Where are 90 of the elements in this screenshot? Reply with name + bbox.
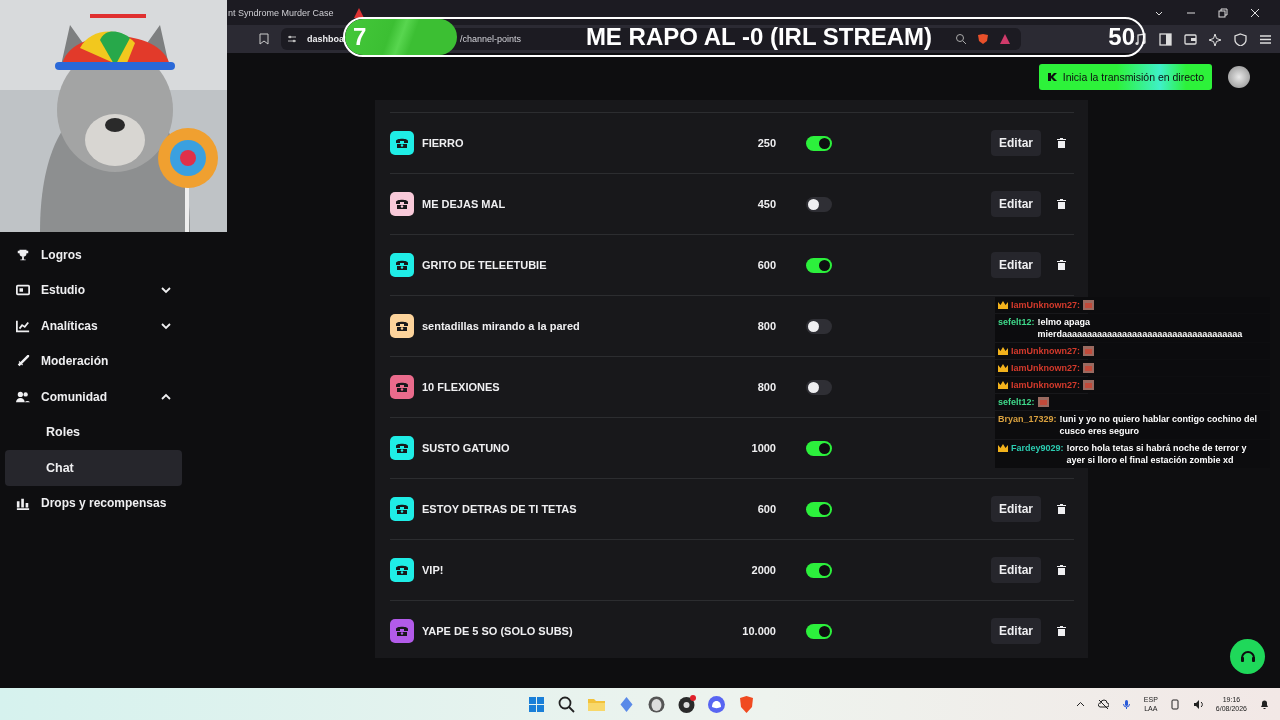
- trash-icon[interactable]: [1057, 199, 1066, 209]
- toggle-switch[interactable]: [806, 623, 832, 639]
- chat-username: IamUnknown27:: [1011, 345, 1080, 357]
- reward-title: SUSTO GATUNO: [422, 442, 511, 454]
- trash-icon[interactable]: [1057, 138, 1066, 148]
- toggle-switch[interactable]: [806, 440, 832, 456]
- sparkle-icon[interactable]: [1209, 32, 1222, 46]
- sidebar-subitem[interactable]: Chat: [5, 450, 182, 486]
- reward-cost: 1000: [750, 442, 776, 454]
- toggle-switch[interactable]: [806, 379, 832, 395]
- reward-cost: 600: [756, 503, 776, 515]
- sword-icon: [16, 354, 30, 369]
- sidebar-subitem[interactable]: Roles: [5, 414, 182, 450]
- reward-cost: 2000: [750, 564, 776, 576]
- reward-cost: 600: [756, 259, 776, 271]
- wallet-icon[interactable]: [1184, 32, 1197, 46]
- sidebar-item[interactable]: Comunidad: [0, 379, 188, 415]
- avatar[interactable]: [1228, 65, 1250, 88]
- shield-icon[interactable]: [1234, 32, 1247, 46]
- zoom-icon[interactable]: [955, 33, 967, 45]
- broadcast-logo-icon: [1046, 71, 1057, 82]
- studio-icon: [16, 283, 30, 298]
- reward-cost: 800: [756, 381, 776, 393]
- reward-cost: 250: [756, 137, 776, 149]
- reward-title: sentadillas mirando a la pared: [422, 320, 581, 332]
- reward-title: FIERRO: [422, 137, 465, 149]
- bookmark-icon[interactable]: [259, 33, 269, 45]
- site-settings-icon: [287, 34, 297, 44]
- chat-username: sefelt12:: [998, 316, 1035, 328]
- menu-icon[interactable]: [1259, 32, 1272, 46]
- chat-username: Fardey9029:: [1011, 442, 1064, 454]
- speaker-icon[interactable]: [1192, 698, 1204, 710]
- edit-button[interactable]: Editar: [991, 557, 1041, 583]
- chat-text: !elmo apaga mierdaaaaaaaaaaaaaaaaaaaaaaaaaaaaaaaaaaaa: [1037, 316, 1244, 340]
- search-icon[interactable]: [557, 694, 576, 714]
- chat-username: IamUnknown27:: [1011, 299, 1080, 311]
- trophy-icon: [16, 247, 30, 262]
- reward-cost: 800: [756, 320, 776, 332]
- toggle-switch[interactable]: [806, 562, 832, 578]
- discord-icon[interactable]: [707, 694, 726, 714]
- chat-username: Bryan_17329:: [998, 413, 1057, 425]
- microphone-icon[interactable]: [1120, 698, 1132, 710]
- browser-tab-title[interactable]: nt Syndrome Murder Case: [228, 7, 334, 18]
- cloud-off-icon[interactable]: [1097, 698, 1109, 710]
- toggle-switch[interactable]: [806, 318, 832, 334]
- windows-icon[interactable]: [527, 694, 546, 714]
- chat-username: IamUnknown27:: [1011, 362, 1080, 374]
- edit-button[interactable]: Editar: [991, 496, 1041, 522]
- trash-icon[interactable]: [1057, 626, 1066, 636]
- bell-icon[interactable]: [1259, 698, 1270, 710]
- chat-text: !uni y yo no quiero hablar contigo cochino del cusco eres seguro: [1059, 413, 1259, 437]
- phone-icon[interactable]: [1169, 698, 1181, 710]
- edit-button[interactable]: Editar: [991, 618, 1041, 644]
- sidebar-item[interactable]: Estudio: [0, 272, 188, 308]
- trash-icon[interactable]: [1057, 504, 1066, 514]
- reward-title: VIP!: [422, 564, 445, 576]
- toggle-switch[interactable]: [806, 135, 832, 151]
- toggle-switch[interactable]: [806, 196, 832, 212]
- reward-title: GRITO DE TELEETUBIE: [422, 259, 548, 271]
- edit-button[interactable]: Editar: [991, 191, 1041, 217]
- sidebar-icon[interactable]: [1159, 32, 1172, 46]
- reward-title: ESTOY DETRAS DE TI TETAS: [422, 503, 578, 515]
- sidebar-item[interactable]: Analíticas: [0, 308, 188, 344]
- support-button[interactable]: [1230, 639, 1265, 674]
- reward-title: ME DEJAS MAL: [422, 198, 507, 210]
- chat-text: !orco hola tetas si habrá noche de terror y ayer si lloro el final estación zombie xd: [1066, 442, 1248, 466]
- music-note-icon[interactable]: [1134, 32, 1147, 46]
- reward-title: 10 FLEXIONES: [422, 381, 501, 393]
- sidebar-item[interactable]: Drops y recompensas: [0, 485, 188, 521]
- toggle-switch[interactable]: [806, 501, 832, 517]
- trash-icon[interactable]: [1057, 565, 1066, 575]
- triangle-icon[interactable]: [999, 33, 1011, 45]
- edit-button[interactable]: Editar: [991, 252, 1041, 278]
- restore-icon[interactable]: [1218, 7, 1228, 18]
- chat-username: sefelt12:: [998, 396, 1035, 408]
- go-live-button[interactable]: Inicia la transmisión en directo: [1038, 63, 1212, 90]
- toggle-switch[interactable]: [806, 257, 832, 273]
- reward-cost: 10.000: [741, 625, 776, 637]
- close-icon[interactable]: [1250, 7, 1260, 18]
- sidebar-item[interactable]: Logros: [0, 237, 188, 273]
- edit-button[interactable]: Editar: [991, 130, 1041, 156]
- goal-target-count: 50: [1108, 23, 1135, 51]
- chat-username: IamUnknown27:: [1011, 379, 1080, 391]
- trash-icon[interactable]: [1057, 260, 1066, 270]
- chart-icon: [16, 318, 30, 333]
- record-icon[interactable]: [677, 694, 696, 714]
- sidebar-item[interactable]: Moderación: [0, 343, 188, 379]
- reward-title: YAPE DE 5 SO (SOLO SUBS): [422, 625, 574, 637]
- people-icon: [16, 389, 30, 404]
- reward-cost: 450: [756, 198, 776, 210]
